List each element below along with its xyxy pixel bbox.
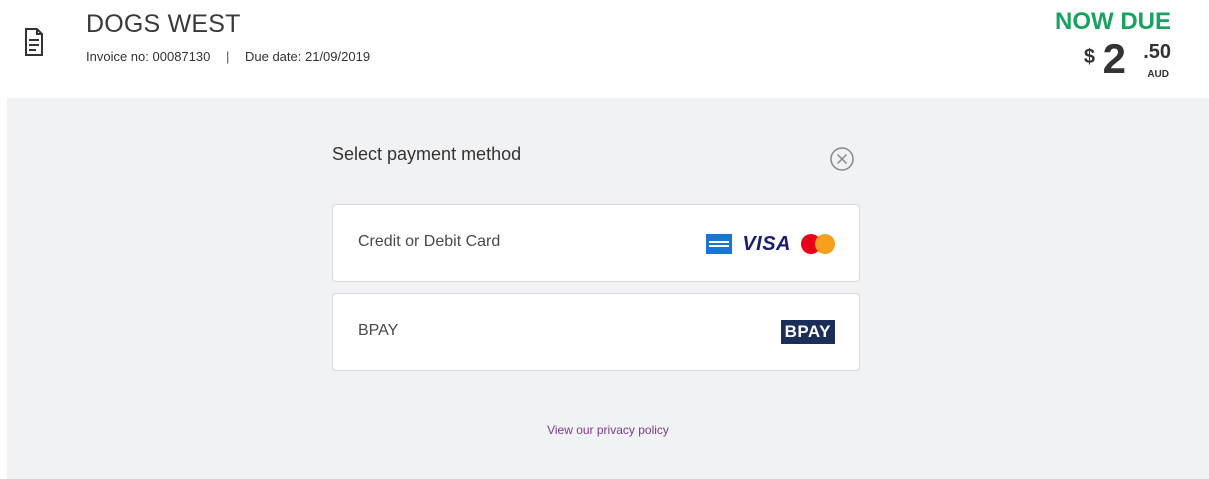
bpay-payment-option[interactable]: BPAY BPAY (332, 293, 860, 371)
amount-cents: .50 (1143, 41, 1171, 63)
card-logos: VISA (706, 233, 835, 255)
meta-separator: | (225, 49, 230, 64)
card-option-label: Credit or Debit Card (358, 233, 501, 250)
invoice-label: Invoice no: (86, 49, 149, 64)
privacy-policy-link[interactable]: View our privacy policy (7, 423, 1209, 437)
currency-code: AUD (1147, 69, 1169, 80)
due-date-label: Due date: (244, 49, 302, 64)
currency-symbol: $ (1083, 46, 1095, 68)
amount-due: $ 2 .50 AUD (1061, 35, 1171, 86)
card-payment-option[interactable]: Credit or Debit Card VISA (332, 204, 860, 282)
close-circle-icon[interactable] (829, 146, 855, 172)
payment-panel: Select payment method Credit or Debit Ca… (7, 98, 1209, 479)
now-due-label: NOW DUE (1055, 8, 1171, 35)
due-date: 21/09/2019 (304, 49, 371, 64)
document-icon (25, 28, 43, 56)
mastercard-logo (801, 234, 835, 254)
amex-logo (706, 234, 733, 254)
invoice-meta: Invoice no: 00087130 | Due date: 21/09/2… (86, 49, 370, 64)
bpay-logo: BPAY (780, 320, 835, 344)
visa-logo: VISA (742, 232, 791, 255)
merchant-name: DOGS WEST (86, 10, 241, 38)
invoice-number: 00087130 (152, 49, 211, 64)
invoice-header: DOGS WEST Invoice no: 00087130 | Due dat… (0, 0, 1209, 98)
bpay-option-label: BPAY (358, 322, 399, 339)
amount-whole: 2 (1102, 35, 1126, 82)
payment-method-title: Select payment method (332, 144, 522, 164)
